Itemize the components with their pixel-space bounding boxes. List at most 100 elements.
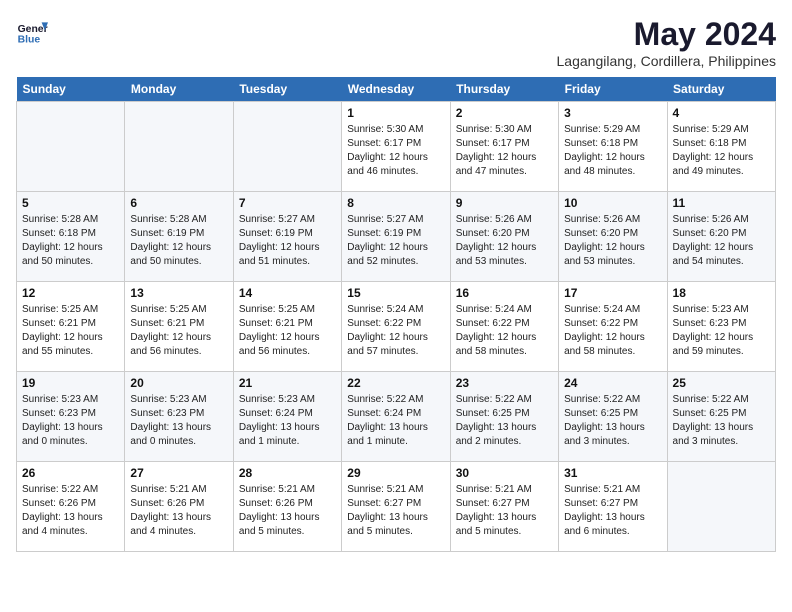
title-block: May 2024 Lagangilang, Cordillera, Philip… (557, 16, 776, 69)
calendar-cell: 7 Sunrise: 5:27 AM Sunset: 6:19 PM Daylig… (233, 192, 341, 282)
day-info: Sunrise: 5:21 AM Sunset: 6:26 PM Dayligh… (130, 483, 227, 539)
calendar-cell: 5Sunrise: 5:28 AM Sunset: 6:18 PM Daylig… (17, 192, 125, 282)
day-number: 7 (239, 196, 336, 210)
day-info: Sunrise: 5:22 AM Sunset: 6:25 PM Dayligh… (456, 393, 553, 449)
page-header: General Blue May 2024 Lagangilang, Cordi… (16, 16, 776, 69)
day-number: 22 (347, 376, 444, 390)
calendar-cell: 17 Sunrise: 5:24 AM Sunset: 6:22 PM Dayli… (559, 282, 667, 372)
calendar-cell: 4 Sunrise: 5:29 AM Sunset: 6:18 PM Daylig… (667, 102, 775, 192)
weekday-monday: Monday (125, 77, 233, 102)
logo-icon: General Blue (16, 16, 48, 48)
day-number: 9 (456, 196, 553, 210)
day-info: Sunrise: 5:23 AM Sunset: 6:23 PM Dayligh… (130, 393, 227, 449)
calendar-cell: 21Sunrise: 5:23 AM Sunset: 6:24 PM Dayli… (233, 372, 341, 462)
logo: General Blue (16, 16, 48, 48)
day-info: Sunrise: 5:25 AM Sunset: 6:21 PM Dayligh… (130, 303, 227, 359)
day-info: Sunrise: 5:30 AM Sunset: 6:17 PM Dayligh… (456, 123, 553, 179)
calendar-cell: 26Sunrise: 5:22 AM Sunset: 6:26 PM Dayli… (17, 462, 125, 552)
day-info: Sunrise: 5:22 AM Sunset: 6:24 PM Dayligh… (347, 393, 444, 449)
day-number: 5 (22, 196, 119, 210)
weekday-wednesday: Wednesday (342, 77, 450, 102)
calendar-cell: 6 Sunrise: 5:28 AM Sunset: 6:19 PM Daylig… (125, 192, 233, 282)
day-number: 16 (456, 286, 553, 300)
calendar-cell: 2 Sunrise: 5:30 AM Sunset: 6:17 PM Daylig… (450, 102, 558, 192)
day-number: 21 (239, 376, 336, 390)
calendar-cell: 30 Sunrise: 5:21 AM Sunset: 6:27 PM Dayli… (450, 462, 558, 552)
day-number: 23 (456, 376, 553, 390)
day-info: Sunrise: 5:21 AM Sunset: 6:27 PM Dayligh… (564, 483, 661, 539)
day-number: 18 (673, 286, 770, 300)
calendar-cell (125, 102, 233, 192)
calendar-cell (667, 462, 775, 552)
calendar-cell: 13 Sunrise: 5:25 AM Sunset: 6:21 PM Dayli… (125, 282, 233, 372)
svg-text:Blue: Blue (18, 34, 41, 45)
day-info: Sunrise: 5:26 AM Sunset: 6:20 PM Dayligh… (456, 213, 553, 269)
day-info: Sunrise: 5:30 AM Sunset: 6:17 PM Dayligh… (347, 123, 444, 179)
day-number: 19 (22, 376, 119, 390)
day-number: 24 (564, 376, 661, 390)
day-info: Sunrise: 5:25 AM Sunset: 6:21 PM Dayligh… (22, 303, 119, 359)
day-info: Sunrise: 5:27 AM Sunset: 6:19 PM Dayligh… (347, 213, 444, 269)
weekday-saturday: Saturday (667, 77, 775, 102)
day-number: 6 (130, 196, 227, 210)
day-info: Sunrise: 5:23 AM Sunset: 6:23 PM Dayligh… (22, 393, 119, 449)
calendar-cell: 18Sunrise: 5:23 AM Sunset: 6:23 PM Dayli… (667, 282, 775, 372)
calendar-cell: 31 Sunrise: 5:21 AM Sunset: 6:27 PM Dayli… (559, 462, 667, 552)
day-info: Sunrise: 5:28 AM Sunset: 6:19 PM Dayligh… (130, 213, 227, 269)
weekday-header-row: SundayMondayTuesdayWednesdayThursdayFrid… (17, 77, 776, 102)
day-number: 8 (347, 196, 444, 210)
calendar-cell: 10Sunrise: 5:26 AM Sunset: 6:20 PM Dayli… (559, 192, 667, 282)
calendar-cell: 22 Sunrise: 5:22 AM Sunset: 6:24 PM Dayli… (342, 372, 450, 462)
calendar-cell: 27 Sunrise: 5:21 AM Sunset: 6:26 PM Dayli… (125, 462, 233, 552)
calendar-cell: 9 Sunrise: 5:26 AM Sunset: 6:20 PM Daylig… (450, 192, 558, 282)
calendar-cell: 24 Sunrise: 5:22 AM Sunset: 6:25 PM Dayli… (559, 372, 667, 462)
week-row-2: 12 Sunrise: 5:25 AM Sunset: 6:21 PM Dayli… (17, 282, 776, 372)
day-number: 17 (564, 286, 661, 300)
calendar-cell: 3 Sunrise: 5:29 AM Sunset: 6:18 PM Daylig… (559, 102, 667, 192)
day-number: 4 (673, 106, 770, 120)
day-info: Sunrise: 5:24 AM Sunset: 6:22 PM Dayligh… (347, 303, 444, 359)
day-info: Sunrise: 5:27 AM Sunset: 6:19 PM Dayligh… (239, 213, 336, 269)
weekday-tuesday: Tuesday (233, 77, 341, 102)
day-number: 25 (673, 376, 770, 390)
day-number: 30 (456, 466, 553, 480)
day-number: 3 (564, 106, 661, 120)
day-info: Sunrise: 5:29 AM Sunset: 6:18 PM Dayligh… (673, 123, 770, 179)
calendar-cell: 19 Sunrise: 5:23 AM Sunset: 6:23 PM Dayli… (17, 372, 125, 462)
day-number: 28 (239, 466, 336, 480)
day-number: 2 (456, 106, 553, 120)
day-info: Sunrise: 5:24 AM Sunset: 6:22 PM Dayligh… (456, 303, 553, 359)
day-info: Sunrise: 5:22 AM Sunset: 6:25 PM Dayligh… (564, 393, 661, 449)
calendar-cell: 11 Sunrise: 5:26 AM Sunset: 6:20 PM Dayli… (667, 192, 775, 282)
calendar-cell: 23 Sunrise: 5:22 AM Sunset: 6:25 PM Dayli… (450, 372, 558, 462)
calendar-cell: 12 Sunrise: 5:25 AM Sunset: 6:21 PM Dayli… (17, 282, 125, 372)
calendar-cell (233, 102, 341, 192)
day-number: 13 (130, 286, 227, 300)
day-info: Sunrise: 5:21 AM Sunset: 6:27 PM Dayligh… (456, 483, 553, 539)
weekday-friday: Friday (559, 77, 667, 102)
day-info: Sunrise: 5:24 AM Sunset: 6:22 PM Dayligh… (564, 303, 661, 359)
month-title: May 2024 (557, 16, 776, 53)
day-number: 31 (564, 466, 661, 480)
weekday-thursday: Thursday (450, 77, 558, 102)
day-info: Sunrise: 5:22 AM Sunset: 6:25 PM Dayligh… (673, 393, 770, 449)
day-number: 29 (347, 466, 444, 480)
day-number: 15 (347, 286, 444, 300)
calendar-cell: 28Sunrise: 5:21 AM Sunset: 6:26 PM Dayli… (233, 462, 341, 552)
day-info: Sunrise: 5:21 AM Sunset: 6:27 PM Dayligh… (347, 483, 444, 539)
calendar-cell: 15 Sunrise: 5:24 AM Sunset: 6:22 PM Dayli… (342, 282, 450, 372)
calendar-cell: 25 Sunrise: 5:22 AM Sunset: 6:25 PM Dayli… (667, 372, 775, 462)
day-info: Sunrise: 5:25 AM Sunset: 6:21 PM Dayligh… (239, 303, 336, 359)
day-number: 12 (22, 286, 119, 300)
day-info: Sunrise: 5:26 AM Sunset: 6:20 PM Dayligh… (673, 213, 770, 269)
week-row-0: 1Sunrise: 5:30 AM Sunset: 6:17 PM Daylig… (17, 102, 776, 192)
day-info: Sunrise: 5:22 AM Sunset: 6:26 PM Dayligh… (22, 483, 119, 539)
day-number: 27 (130, 466, 227, 480)
day-number: 14 (239, 286, 336, 300)
day-number: 20 (130, 376, 227, 390)
day-number: 11 (673, 196, 770, 210)
day-info: Sunrise: 5:26 AM Sunset: 6:20 PM Dayligh… (564, 213, 661, 269)
calendar-cell: 29 Sunrise: 5:21 AM Sunset: 6:27 PM Dayli… (342, 462, 450, 552)
calendar-table: SundayMondayTuesdayWednesdayThursdayFrid… (16, 77, 776, 552)
day-info: Sunrise: 5:29 AM Sunset: 6:18 PM Dayligh… (564, 123, 661, 179)
